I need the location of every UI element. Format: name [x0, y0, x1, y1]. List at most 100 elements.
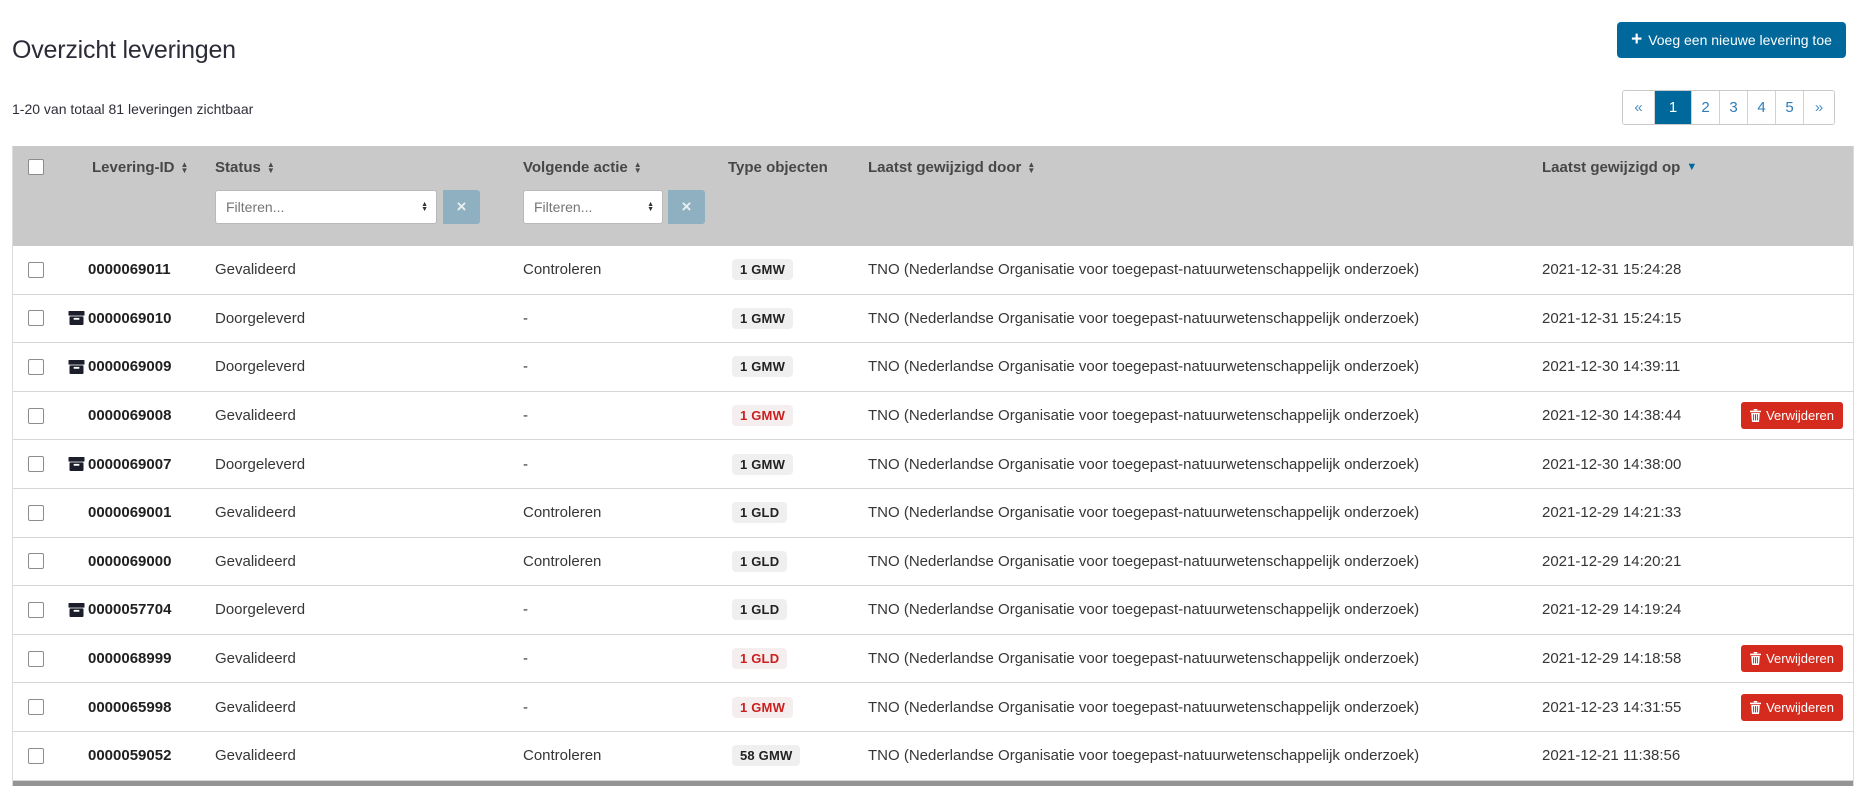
page-title: Overzicht leveringen [12, 35, 236, 65]
laatst-gewijzigd-op: 2021-12-30 14:38:00 [1538, 456, 1734, 473]
column-header-type-objecten: Type objecten [728, 159, 828, 176]
add-delivery-button[interactable]: + Voeg een nieuwe levering toe [1617, 22, 1846, 58]
column-header-volgende-actie: Volgende actie ▲▼ [523, 159, 642, 176]
type-objecten-badge: 1 GMW [732, 259, 793, 280]
laatst-gewijzigd-door: TNO (Nederlandse Organisatie voor toegep… [864, 358, 1538, 375]
table-row: 0000069011 Gevalideerd Controleren 1 GMW… [13, 246, 1853, 295]
select-all-checkbox[interactable] [28, 159, 44, 175]
status-value: Gevalideerd [213, 407, 521, 424]
pagination-page-4[interactable]: 4 [1747, 91, 1775, 124]
row-checkbox[interactable] [28, 748, 44, 764]
volgende-actie-value: - [521, 699, 726, 716]
levering-id: 0000069008 [86, 407, 213, 424]
levering-id: 0000069009 [86, 358, 213, 375]
sort-icon[interactable]: ▲▼ [1027, 162, 1035, 174]
laatst-gewijzigd-door: TNO (Nederlandse Organisatie voor toegep… [864, 747, 1538, 764]
row-checkbox[interactable] [28, 408, 44, 424]
row-checkbox[interactable] [28, 699, 44, 715]
column-header-laatst-gewijzigd-op: Laatst gewijzigd op ▼ [1542, 159, 1697, 176]
row-checkbox[interactable] [28, 602, 44, 618]
laatst-gewijzigd-op: 2021-12-30 14:39:11 [1538, 358, 1734, 375]
laatst-gewijzigd-door: TNO (Nederlandse Organisatie voor toegep… [864, 261, 1538, 278]
laatst-gewijzigd-op: 2021-12-29 14:20:21 [1538, 553, 1734, 570]
verwijderen-button-label: Verwijderen [1766, 408, 1834, 423]
archive-icon [68, 313, 85, 326]
pagination-page-2[interactable]: 2 [1691, 91, 1719, 124]
laatst-gewijzigd-door: TNO (Nederlandse Organisatie voor toegep… [864, 504, 1538, 521]
deliveries-table: Levering-ID ▲▼ Status ▲▼ Volgende actie … [12, 146, 1854, 786]
volgende-actie-value: Controleren [521, 553, 726, 570]
clear-icon: × [682, 197, 692, 217]
row-checkbox[interactable] [28, 553, 44, 569]
sort-icon[interactable]: ▲▼ [267, 162, 275, 174]
laatst-gewijzigd-door: TNO (Nederlandse Organisatie voor toegep… [864, 601, 1538, 618]
pagination-page-3[interactable]: 3 [1719, 91, 1747, 124]
laatst-gewijzigd-door: TNO (Nederlandse Organisatie voor toegep… [864, 553, 1538, 570]
status-filter-clear-button[interactable]: × [443, 190, 480, 224]
verwijderen-button[interactable]: Verwijderen [1741, 645, 1843, 672]
status-value: Gevalideerd [213, 504, 521, 521]
pagination-next-button[interactable]: » [1803, 91, 1834, 124]
plus-icon: + [1631, 30, 1642, 49]
row-checkbox[interactable] [28, 310, 44, 326]
laatst-gewijzigd-door: TNO (Nederlandse Organisatie voor toegep… [864, 310, 1538, 327]
volgende-actie-filter-clear-button[interactable]: × [668, 190, 705, 224]
verwijderen-button[interactable]: Verwijderen [1741, 694, 1843, 721]
status-value: Gevalideerd [213, 699, 521, 716]
type-objecten-badge: 1 GLD [732, 551, 787, 572]
row-checkbox[interactable] [28, 456, 44, 472]
table-row: 0000068999 Gevalideerd - 1 GLD TNO (Nede… [13, 635, 1853, 684]
verwijderen-button[interactable]: Verwijderen [1741, 402, 1843, 429]
type-objecten-badge: 1 GLD [732, 599, 787, 620]
row-checkbox[interactable] [28, 262, 44, 278]
type-objecten-badge: 1 GMW [732, 454, 793, 475]
deliveries-overview-page: Overzicht leveringen + Voeg een nieuwe l… [0, 0, 1871, 788]
table-row: 0000069007 Doorgeleverd - 1 GMW TNO (Ned… [13, 440, 1853, 489]
row-checkbox[interactable] [28, 651, 44, 667]
type-objecten-badge: 1 GMW [732, 405, 793, 426]
pagination-page-1[interactable]: 1 [1654, 91, 1691, 124]
laatst-gewijzigd-op: 2021-12-31 15:24:28 [1538, 261, 1734, 278]
volgende-actie-value: Controleren [521, 261, 726, 278]
sort-icon[interactable]: ▲▼ [181, 162, 189, 174]
sort-desc-icon[interactable]: ▼ [1686, 162, 1697, 173]
status-value: Gevalideerd [213, 747, 521, 764]
select-arrows-icon: ▲▼ [647, 202, 654, 212]
column-header-status: Status ▲▼ [215, 159, 275, 176]
row-checkbox[interactable] [28, 505, 44, 521]
column-header-levering-id: Levering-ID ▲▼ [92, 159, 188, 176]
row-checkbox[interactable] [28, 359, 44, 375]
table-row: 0000069001 Gevalideerd Controleren 1 GLD… [13, 489, 1853, 538]
table-row: 0000057704 Doorgeleverd - 1 GLD TNO (Ned… [13, 586, 1853, 635]
status-value: Doorgeleverd [213, 310, 521, 327]
status-filter-select[interactable]: Filteren... ▲▼ [215, 190, 437, 224]
archive-icon [68, 459, 85, 472]
pagination: « 1 2 3 4 5 » [1622, 90, 1835, 125]
volgende-actie-value: - [521, 358, 726, 375]
status-value: Gevalideerd [213, 650, 521, 667]
table-row: 0000059052 Gevalideerd Controleren 58 GM… [13, 732, 1853, 781]
laatst-gewijzigd-op: 2021-12-30 14:38:44 [1538, 407, 1734, 424]
status-value: Doorgeleverd [213, 358, 521, 375]
levering-id: 0000069007 [86, 456, 213, 473]
levering-id: 0000065998 [86, 699, 213, 716]
table-bottom-edge [13, 781, 1853, 786]
status-value: Gevalideerd [213, 261, 521, 278]
laatst-gewijzigd-op: 2021-12-21 11:38:56 [1538, 747, 1734, 764]
pagination-prev-button[interactable]: « [1623, 91, 1654, 124]
table-header: Levering-ID ▲▼ Status ▲▼ Volgende actie … [13, 146, 1853, 246]
select-arrows-icon: ▲▼ [421, 202, 428, 212]
status-value: Gevalideerd [213, 553, 521, 570]
trash-icon [1750, 652, 1761, 665]
laatst-gewijzigd-op: 2021-12-31 15:24:15 [1538, 310, 1734, 327]
levering-id: 0000068999 [86, 650, 213, 667]
sort-icon[interactable]: ▲▼ [634, 162, 642, 174]
volgende-actie-filter-select[interactable]: Filteren... ▲▼ [523, 190, 663, 224]
pagination-page-5[interactable]: 5 [1775, 91, 1803, 124]
volgende-actie-value: - [521, 310, 726, 327]
laatst-gewijzigd-door: TNO (Nederlandse Organisatie voor toegep… [864, 407, 1538, 424]
laatst-gewijzigd-op: 2021-12-29 14:19:24 [1538, 601, 1734, 618]
volgende-actie-value: Controleren [521, 504, 726, 521]
status-value: Doorgeleverd [213, 601, 521, 618]
trash-icon [1750, 409, 1761, 422]
